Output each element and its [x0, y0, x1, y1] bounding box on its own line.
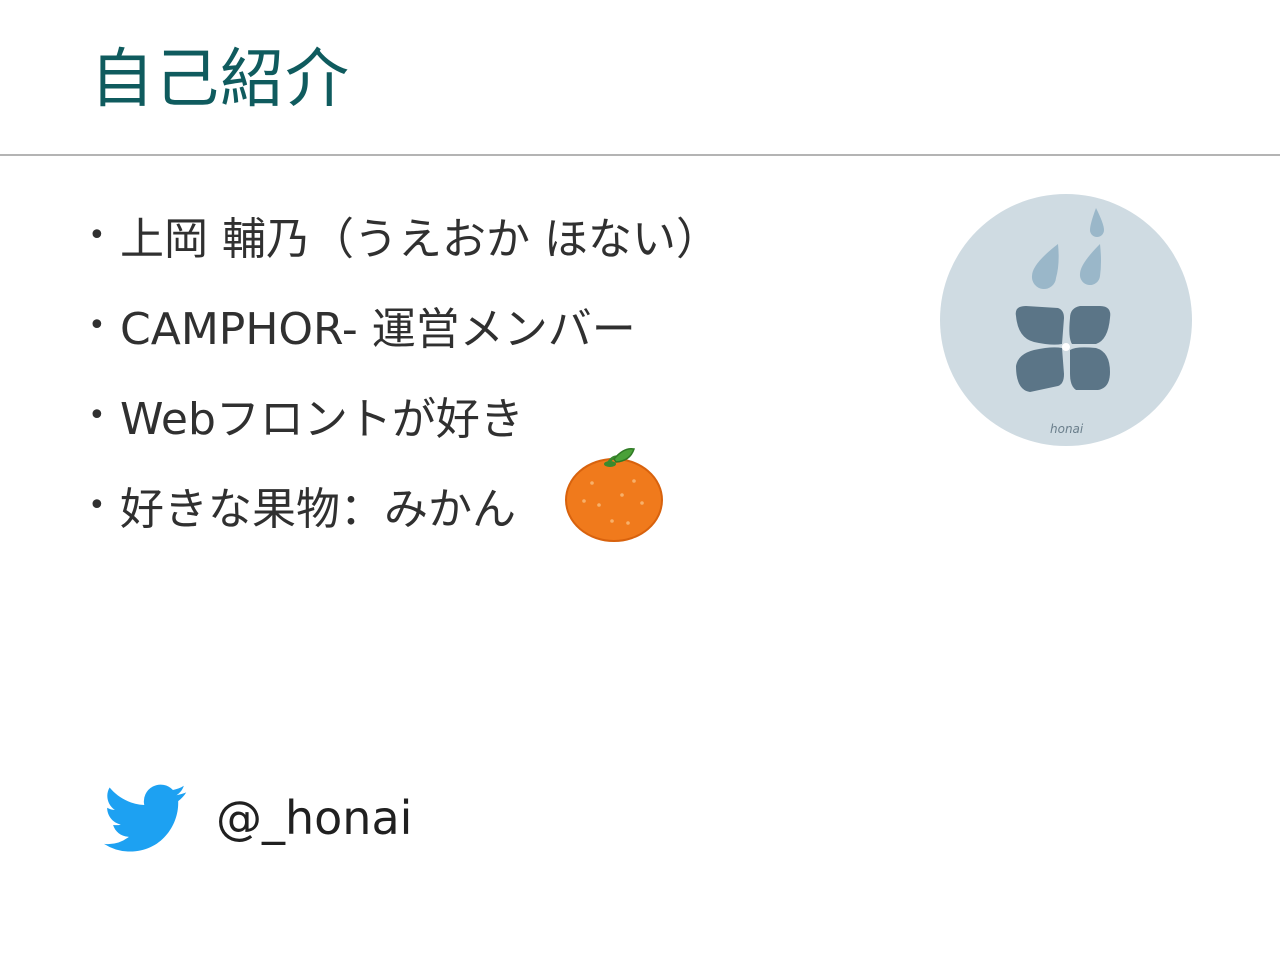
bullet-dot-icon: • [88, 397, 106, 433]
avatar [940, 194, 1192, 446]
bullet-dot-icon: • [88, 307, 106, 343]
twitter-handle[interactable]: @_honai [216, 788, 412, 848]
title-divider [0, 154, 1280, 156]
bullet-item-web-front: • Webフロントが好き [88, 370, 848, 460]
bullet-text: Webフロントが好き [120, 394, 524, 445]
bullet-dot-icon: • [88, 487, 106, 523]
twitter-bird-icon [104, 784, 187, 852]
bullet-text: CAMPHOR- 運営メンバー [120, 304, 636, 355]
bullet-item-fruit: • 好きな果物：みかん [88, 460, 848, 550]
twitter-row: @_honai [104, 780, 464, 860]
bullet-item-camphor: • CAMPHOR- 運営メンバー [88, 280, 848, 370]
bullet-text: 好きな果物：みかん [120, 484, 516, 535]
slide-title: 自己紹介 [90, 43, 350, 117]
mikan-icon [565, 447, 663, 542]
bullet-item-name: • 上岡 輔乃（うえおか ほない） [88, 190, 848, 280]
bullet-dot-icon: • [88, 217, 106, 253]
bullet-text: 上岡 輔乃（うえおか ほない） [120, 214, 720, 265]
slide: 自己紹介 • 上岡 輔乃（うえおか ほない） • CAMPHOR- 運営メンバー… [0, 0, 1280, 960]
bullet-list: • 上岡 輔乃（うえおか ほない） • CAMPHOR- 運営メンバー • We… [88, 190, 848, 550]
avatar-caption: honai [1050, 422, 1084, 436]
